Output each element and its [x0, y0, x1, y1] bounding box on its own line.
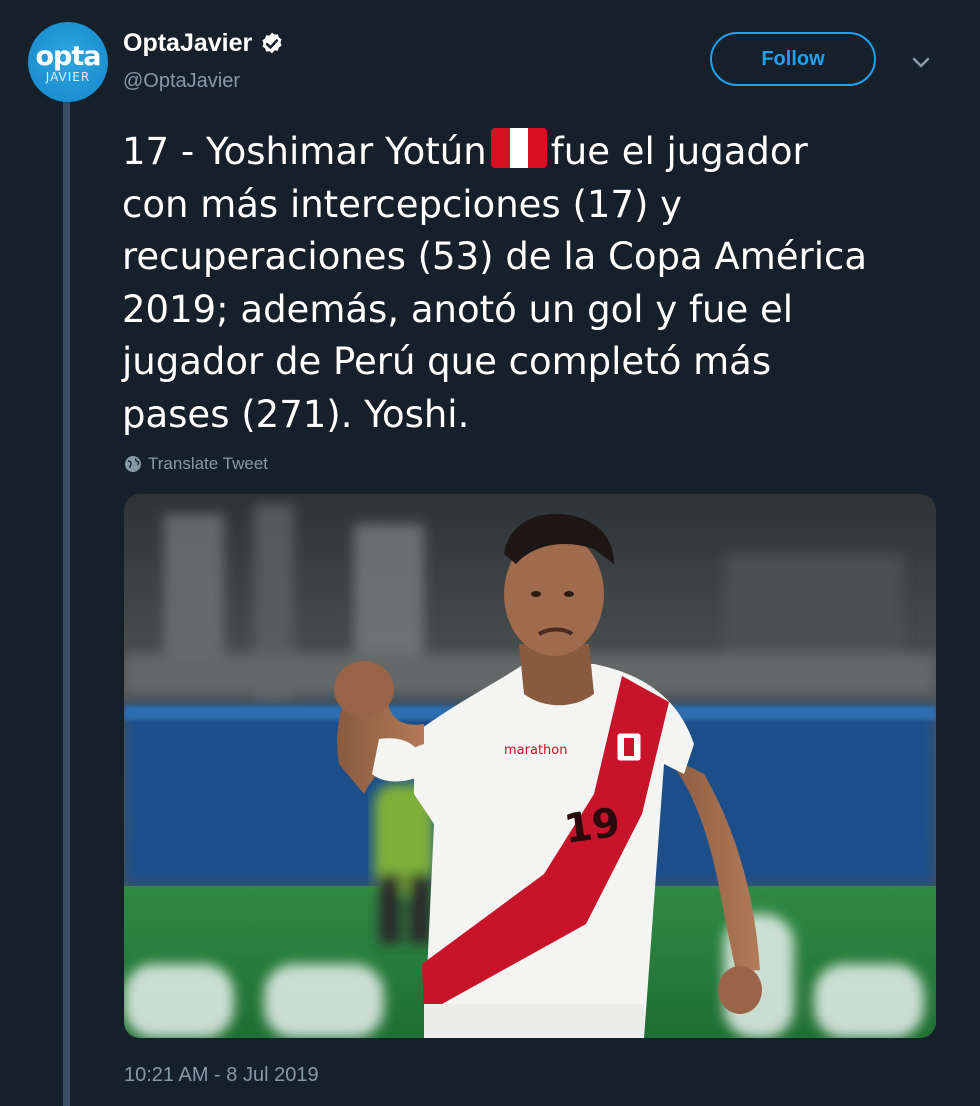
translate-tweet-link[interactable]: Translate Tweet [124, 454, 268, 474]
avatar-logo-text: opta [35, 41, 101, 72]
display-name-text[interactable]: OptaJavier [123, 29, 252, 58]
player-photo-image: 19 marathon [124, 494, 936, 1038]
tweet-text-line-5: jugador de Perú que completó más [122, 340, 772, 383]
tweet-card: opta JAVIER OptaJavier @OptaJavier Follo… [0, 0, 980, 1106]
tweet-text-line-1-end: fue el jugador [550, 130, 808, 173]
tweet-timestamp[interactable]: 10:21 AM - 8 Jul 2019 [124, 1064, 319, 1087]
tweet-text-line-4: 2019; además, anotó un gol y fue el [122, 287, 794, 331]
globe-icon [125, 456, 141, 472]
thread-line [63, 100, 70, 1106]
tweet-text-line-1-start: 17 - Yoshimar Yotún [122, 130, 487, 173]
translate-tweet-label[interactable]: Translate Tweet [148, 454, 268, 474]
user-handle[interactable]: @OptaJavier [123, 70, 240, 93]
avatar-logo-subtext: JAVIER [45, 70, 91, 84]
chevron-down-icon[interactable] [906, 50, 936, 76]
verified-badge-icon [262, 32, 282, 53]
jersey-sponsor-text: marathon [504, 743, 567, 758]
peru-flag-icon [490, 128, 547, 168]
tweet-text-line-6: pases (271). Yoshi. [122, 392, 470, 436]
svg-text:19: 19 [561, 800, 623, 853]
follow-button[interactable]: Follow [710, 32, 876, 86]
tweet-text: 17 - Yoshimar Yotún fue el jugador con má… [122, 126, 942, 441]
tweet-media-photo[interactable]: 19 marathon [124, 494, 936, 1038]
tweet-text-line-2: con más intercepciones (17) y [122, 182, 683, 226]
tweet-text-line-3: recuperaciones (53) de la Copa América [122, 235, 868, 278]
avatar[interactable]: opta JAVIER [28, 22, 108, 102]
display-name[interactable]: OptaJavier [123, 29, 285, 58]
